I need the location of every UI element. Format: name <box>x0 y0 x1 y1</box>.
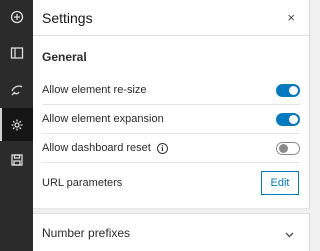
url-parameters-label: URL parameters <box>42 177 123 189</box>
url-parameters-row: URL parameters Edit <box>42 163 300 203</box>
gear-icon <box>11 119 22 130</box>
allow-resize-toggle[interactable] <box>276 83 300 97</box>
allow-reset-row: Allow dashboard reset i <box>42 134 300 163</box>
allow-expansion-toggle[interactable] <box>276 112 300 126</box>
allow-expansion-label: Allow element expansion <box>42 113 164 125</box>
allow-reset-label-wrap: Allow dashboard reset i <box>42 142 168 154</box>
panel-header: Settings × <box>33 0 309 36</box>
settings-button[interactable] <box>0 108 33 141</box>
edit-button[interactable]: Edit <box>261 171 299 195</box>
allow-resize-label: Allow element re-size <box>42 84 147 96</box>
allow-reset-label: Allow dashboard reset <box>42 142 151 154</box>
save-button[interactable] <box>0 143 33 176</box>
allow-resize-row: Allow element re-size <box>42 76 300 105</box>
save-icon <box>10 153 23 166</box>
toggle-knob <box>289 85 298 95</box>
toggle-knob <box>289 114 298 124</box>
add-circle-icon <box>10 10 23 23</box>
allow-reset-toggle[interactable] <box>276 141 300 155</box>
info-icon[interactable]: i <box>156 142 168 154</box>
allow-expansion-row: Allow element expansion <box>42 105 300 134</box>
add-widget-button[interactable] <box>0 0 33 33</box>
number-prefixes-accordion[interactable]: Number prefixes <box>33 213 310 251</box>
brush-icon <box>10 84 22 95</box>
general-title: General <box>42 50 87 64</box>
layout-icon <box>10 46 23 59</box>
side-rail <box>0 0 33 251</box>
toggle-knob <box>279 143 288 153</box>
layout-button[interactable] <box>0 36 33 69</box>
theme-button[interactable] <box>0 73 33 106</box>
general-section: General Allow element re-size Allow elem… <box>33 36 309 203</box>
panel-title: Settings <box>42 9 93 26</box>
chevron-down-icon <box>285 228 294 238</box>
close-icon[interactable]: × <box>287 10 295 25</box>
settings-panel: Settings × General Allow element re-size… <box>33 0 310 251</box>
number-prefixes-label: Number prefixes <box>42 225 131 240</box>
